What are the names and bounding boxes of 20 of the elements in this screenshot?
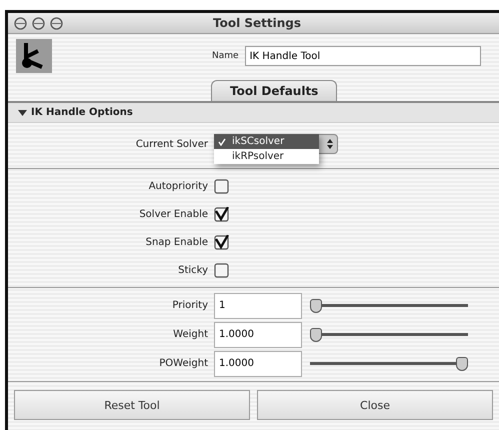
slider-label: Weight [172, 329, 209, 340]
checkbox-label: Sticky [177, 264, 209, 276]
checkbox-label: Autopriority [148, 180, 209, 192]
number-field[interactable]: 1 [214, 292, 302, 318]
number-field[interactable]: 1.0000 [214, 350, 302, 376]
checkbox-label: Solver Enable [138, 208, 209, 220]
slider-label: Priority [171, 300, 209, 311]
menu-item[interactable]: ikRPsolver [214, 149, 319, 164]
name-field[interactable]: IK Handle Tool [244, 46, 481, 66]
close-button[interactable]: Close [257, 390, 493, 420]
field-label: Current Solver [134, 138, 209, 150]
number-field[interactable]: 1.0000 [214, 322, 302, 348]
checkbox-label: Snap Enable [144, 236, 209, 248]
window-title: Tool Settings [213, 16, 302, 30]
name-label: Name [212, 51, 239, 61]
reset-tool-button[interactable]: Reset Tool [14, 390, 250, 420]
slider-label: POWeight [158, 358, 209, 369]
tab[interactable]: Tool Defaults [211, 80, 338, 101]
section-title: IK Handle Options [31, 107, 133, 118]
menu-item[interactable]: ikSCsolver [214, 134, 319, 149]
